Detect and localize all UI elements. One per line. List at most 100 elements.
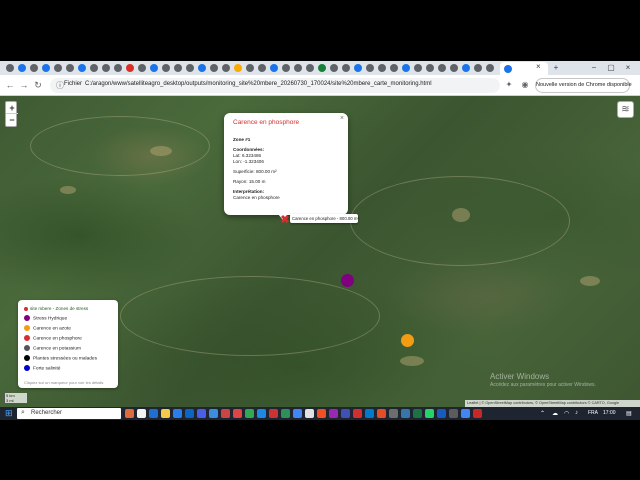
app-icon[interactable]: [197, 409, 206, 418]
app-icon[interactable]: [305, 409, 314, 418]
stress-hydrique-marker[interactable]: [341, 274, 354, 287]
tray-chevron-icon[interactable]: ⌃: [540, 410, 545, 417]
close-window-icon[interactable]: ×: [622, 62, 634, 74]
app-icon[interactable]: [185, 409, 194, 418]
tab-icon[interactable]: [438, 64, 446, 72]
phosphore-marker-icon[interactable]: ✖: [280, 214, 290, 226]
app-icon[interactable]: [221, 409, 230, 418]
app-icon[interactable]: [353, 409, 362, 418]
language-indicator[interactable]: FRA: [588, 410, 598, 416]
tab-icon[interactable]: [426, 64, 434, 72]
tab-icon[interactable]: [450, 64, 458, 72]
azote-marker[interactable]: [401, 334, 414, 347]
tab-icon[interactable]: [54, 64, 62, 72]
tab-icon[interactable]: [78, 64, 86, 72]
tab-icon[interactable]: [114, 64, 122, 72]
chrome-update-button[interactable]: Nouvelle version de Chrome disponible: [535, 78, 632, 93]
tab-icon[interactable]: [42, 64, 50, 72]
tab-icon[interactable]: [210, 64, 218, 72]
app-icon[interactable]: [329, 409, 338, 418]
chrome-icon[interactable]: [293, 409, 302, 418]
tab-icon[interactable]: [246, 64, 254, 72]
tab-icon[interactable]: [198, 64, 206, 72]
cloud-icon[interactable]: ☁: [552, 410, 558, 417]
tab-icon[interactable]: [366, 64, 374, 72]
forward-icon[interactable]: →: [18, 79, 30, 91]
app-icon[interactable]: [281, 409, 290, 418]
app-icon[interactable]: [245, 409, 254, 418]
app-icon[interactable]: [461, 409, 470, 418]
clock[interactable]: 17:00: [603, 410, 616, 416]
windows-start-icon[interactable]: ⊞: [5, 409, 14, 418]
app-icon[interactable]: [341, 409, 350, 418]
tab-icon[interactable]: [66, 64, 74, 72]
tab-icon[interactable]: [222, 64, 230, 72]
vscode-icon[interactable]: [365, 409, 374, 418]
excel-icon[interactable]: [413, 409, 422, 418]
close-popup-icon[interactable]: ×: [340, 115, 344, 122]
tab-icon[interactable]: [306, 64, 314, 72]
reload-icon[interactable]: ↻: [32, 79, 44, 91]
maximize-icon[interactable]: ▢: [605, 62, 617, 74]
tab-icon[interactable]: [378, 64, 386, 72]
tab-icon[interactable]: [402, 64, 410, 72]
tab-icon[interactable]: [318, 64, 326, 72]
app-icon[interactable]: [233, 409, 242, 418]
tab-icon[interactable]: [390, 64, 398, 72]
tab-icon[interactable]: [282, 64, 290, 72]
tab-icon[interactable]: [330, 64, 338, 72]
zoom-out-button[interactable]: −: [6, 114, 18, 126]
taskbar-search[interactable]: ⌕ Rechercher: [17, 408, 121, 419]
tab-icon[interactable]: [150, 64, 158, 72]
tab-icon[interactable]: [270, 64, 278, 72]
zoom-in-button[interactable]: +: [6, 102, 18, 114]
volume-icon[interactable]: ♪: [575, 410, 578, 416]
tab-icon[interactable]: [186, 64, 194, 72]
app-icon[interactable]: [269, 409, 278, 418]
notification-icon[interactable]: ▤: [626, 410, 632, 417]
extensions-icon[interactable]: ✦: [503, 79, 515, 91]
tab-icon[interactable]: [258, 64, 266, 72]
back-icon[interactable]: ←: [4, 79, 16, 91]
tab-icon[interactable]: [234, 64, 242, 72]
profile-icon[interactable]: ◉: [519, 79, 531, 91]
layers-icon[interactable]: ≋: [617, 101, 634, 118]
tab-icon[interactable]: [102, 64, 110, 72]
app-icon[interactable]: [473, 409, 482, 418]
file-explorer-icon[interactable]: [161, 409, 170, 418]
map-view[interactable]: + − ≋ × Carence en phosphore Zone #1 Coo…: [0, 96, 640, 407]
app-icon[interactable]: [137, 409, 146, 418]
app-icon[interactable]: [209, 409, 218, 418]
app-icon[interactable]: [173, 409, 182, 418]
tab-icon[interactable]: [162, 64, 170, 72]
whatsapp-icon[interactable]: [425, 409, 434, 418]
edge-icon[interactable]: [257, 409, 266, 418]
app-icon[interactable]: [377, 409, 386, 418]
tab-icon[interactable]: [30, 64, 38, 72]
address-bar[interactable]: ⓘ Fichier C:/aragon/www/satelliteagro_de…: [50, 78, 500, 93]
wifi-icon[interactable]: ◠: [564, 410, 569, 417]
tab-icon[interactable]: [474, 64, 482, 72]
tab-icon[interactable]: [354, 64, 362, 72]
app-icon[interactable]: [389, 409, 398, 418]
tab-icon[interactable]: [18, 64, 26, 72]
tab-icon[interactable]: [138, 64, 146, 72]
active-tab[interactable]: ×: [500, 62, 548, 75]
minimize-icon[interactable]: −: [588, 62, 600, 74]
tab-icon[interactable]: [414, 64, 422, 72]
tab-icon[interactable]: [486, 64, 494, 72]
close-tab-icon[interactable]: ×: [536, 62, 541, 71]
tab-icon[interactable]: [462, 64, 470, 72]
app-icon[interactable]: [149, 409, 158, 418]
tab-icon[interactable]: [294, 64, 302, 72]
word-icon[interactable]: [437, 409, 446, 418]
map-attribution[interactable]: Leaflet | © OpenStreetMap contributors, …: [465, 400, 640, 407]
url-text[interactable]: C:/aragon/www/satelliteagro_desktop/outp…: [85, 81, 432, 87]
tab-icon[interactable]: [90, 64, 98, 72]
app-icon[interactable]: [449, 409, 458, 418]
tab-icon[interactable]: [126, 64, 134, 72]
info-icon[interactable]: ⓘ: [56, 80, 64, 91]
app-icon[interactable]: [125, 409, 134, 418]
app-icon[interactable]: [317, 409, 326, 418]
tab-icon[interactable]: [342, 64, 350, 72]
